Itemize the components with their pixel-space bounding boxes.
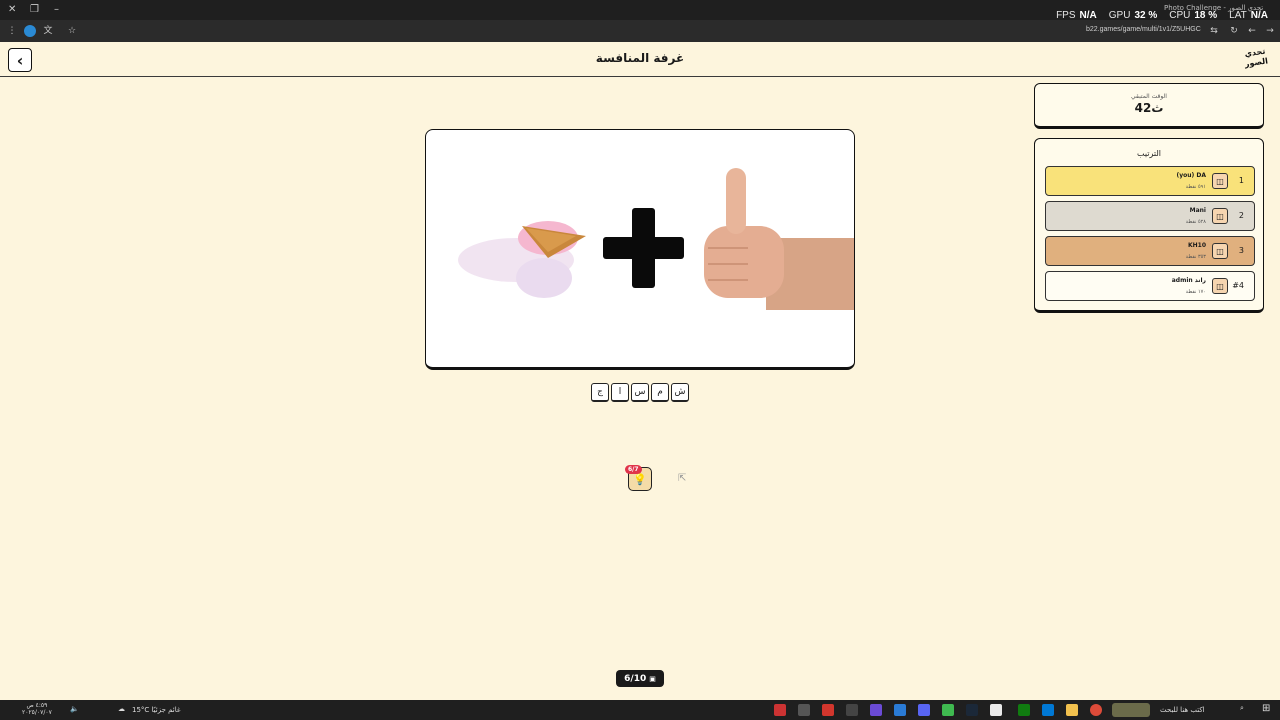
store-icon[interactable] (990, 704, 1002, 716)
windows-start-icon[interactable]: ⊞ (1262, 703, 1270, 714)
player-name: KH10 (1187, 242, 1206, 249)
timer-value: 42ث (1134, 101, 1164, 115)
app-icon[interactable] (774, 704, 786, 716)
melted-puddle-blob (516, 258, 572, 298)
browser-brave-icon[interactable] (822, 704, 834, 716)
avatar: ◫ (1212, 208, 1228, 224)
player-score: ٥٩١ نقطة (1185, 184, 1206, 190)
discord-icon[interactable] (918, 704, 930, 716)
puzzle-image-card (425, 129, 855, 370)
player-name: admin راند (1171, 277, 1206, 284)
weather-icon[interactable]: ☁ (118, 705, 125, 713)
rank-position: #4 (1232, 281, 1244, 290)
letter-tile[interactable]: ا (611, 383, 629, 402)
bookmark-star-icon[interactable]: ☆ (66, 25, 78, 37)
image-icon: ▣ (649, 674, 656, 683)
rank-position: 3 (1238, 246, 1244, 255)
app-icon[interactable] (798, 704, 810, 716)
ranking-title: الترتيب (1137, 149, 1161, 158)
taskbar-thumbnail[interactable] (1112, 703, 1150, 717)
player-name: (you) DA (1176, 172, 1206, 179)
address-bar[interactable]: b22.games/game/multi/1v1/Z5UHGC (1086, 26, 1201, 33)
taskbar: ٤:٥٩ ص ٢٠٢٥/٠٧/٠٧ 🔈 ☁ 15°C غائم جزئيًا ا… (0, 700, 1280, 720)
timer-card: الوقت المتبقي 42ث (1034, 83, 1264, 129)
minimize-window-icon[interactable]: – (54, 4, 59, 15)
close-window-icon[interactable]: ✕ (8, 4, 16, 15)
translate-icon[interactable]: 文 (42, 25, 54, 37)
mouse-cursor-icon: ⇱ (678, 473, 687, 484)
app-icon[interactable] (942, 704, 954, 716)
letter-tiles: ج ا س م ش (591, 383, 689, 402)
forward-icon[interactable]: ← (1246, 25, 1258, 37)
round-counter-text: 6/10 (624, 673, 647, 684)
app-icon[interactable] (870, 704, 882, 716)
menu-dots-icon[interactable]: ⋮ (6, 25, 18, 37)
rank-position: 2 (1238, 211, 1244, 220)
hint-count-badge: 6/7 (625, 465, 642, 474)
volume-icon[interactable]: 🔈 (70, 705, 79, 713)
player-name: Mani (1189, 207, 1206, 214)
letter-tile[interactable]: ج (591, 383, 609, 402)
outlook-icon[interactable] (1042, 704, 1054, 716)
logo: تحدي الصور (1244, 46, 1269, 69)
plus-bar-vertical (632, 208, 655, 288)
ranking-row: #4 ◫ admin راند ١٧٠ نقطة (1045, 271, 1255, 301)
extension-icon[interactable] (24, 25, 36, 37)
file-explorer-icon[interactable] (1066, 704, 1078, 716)
thumb (726, 168, 746, 234)
app-icon[interactable] (846, 704, 858, 716)
app-header: ‹ غرفة المنافسة تحدي الصور (0, 42, 1280, 77)
search-icon[interactable]: ⌕ (1240, 704, 1244, 713)
player-score: ١٧٠ نقطة (1185, 289, 1206, 295)
restore-window-icon[interactable]: ❐ (30, 4, 39, 15)
chrome-icon[interactable] (1090, 704, 1102, 716)
search-box[interactable]: اكتب هنا للبحث (1160, 706, 1205, 714)
fist (704, 226, 784, 298)
avatar: ◫ (1212, 173, 1228, 189)
ranking-row: 2 ◫ Mani ٥٢٨ نقطة (1045, 201, 1255, 231)
letter-tile[interactable]: م (651, 383, 669, 402)
avatar: ◫ (1212, 278, 1228, 294)
ranking-card: الترتيب 1 ◫ (you) DA ٥٩١ نقطة 2 ◫ Mani ٥… (1034, 138, 1264, 313)
ranking-row: 3 ◫ KH10 ٣٥٣ نقطة (1045, 236, 1255, 266)
page-title: غرفة المنافسة (595, 51, 685, 65)
letter-tile[interactable]: س (631, 383, 649, 402)
avatar: ◫ (1212, 243, 1228, 259)
xbox-icon[interactable] (1018, 704, 1030, 716)
puzzle-image (458, 168, 854, 310)
reload-icon[interactable]: ↻ (1228, 25, 1240, 37)
back-nav-icon[interactable]: → (1264, 25, 1276, 37)
lightbulb-icon: 💡 (633, 472, 647, 486)
app-icon[interactable] (894, 704, 906, 716)
player-score: ٥٢٨ نقطة (1185, 219, 1206, 225)
browser-toolbar: ⋮ 文 ☆ b22.games/game/multi/1v1/Z5UHGC ⇆ … (0, 20, 1280, 42)
round-counter: 6/10 ▣ (616, 670, 664, 687)
rank-position: 1 (1238, 176, 1244, 185)
player-score: ٣٥٣ نقطة (1185, 254, 1206, 260)
site-info-icon[interactable]: ⇆ (1208, 25, 1220, 37)
ranking-row: 1 ◫ (you) DA ٥٩١ نقطة (1045, 166, 1255, 196)
clock-time: ٤:٥٩ ص (26, 702, 48, 709)
timer-label: الوقت المتبقي (1131, 93, 1167, 100)
weather-text[interactable]: 15°C غائم جزئيًا (132, 706, 181, 714)
taskbar-clock[interactable]: ٤:٥٩ ص ٢٠٢٥/٠٧/٠٧ (22, 702, 52, 716)
clock-date: ٢٠٢٥/٠٧/٠٧ (22, 709, 52, 716)
letter-tile[interactable]: ش (671, 383, 689, 402)
steam-icon[interactable] (966, 704, 978, 716)
